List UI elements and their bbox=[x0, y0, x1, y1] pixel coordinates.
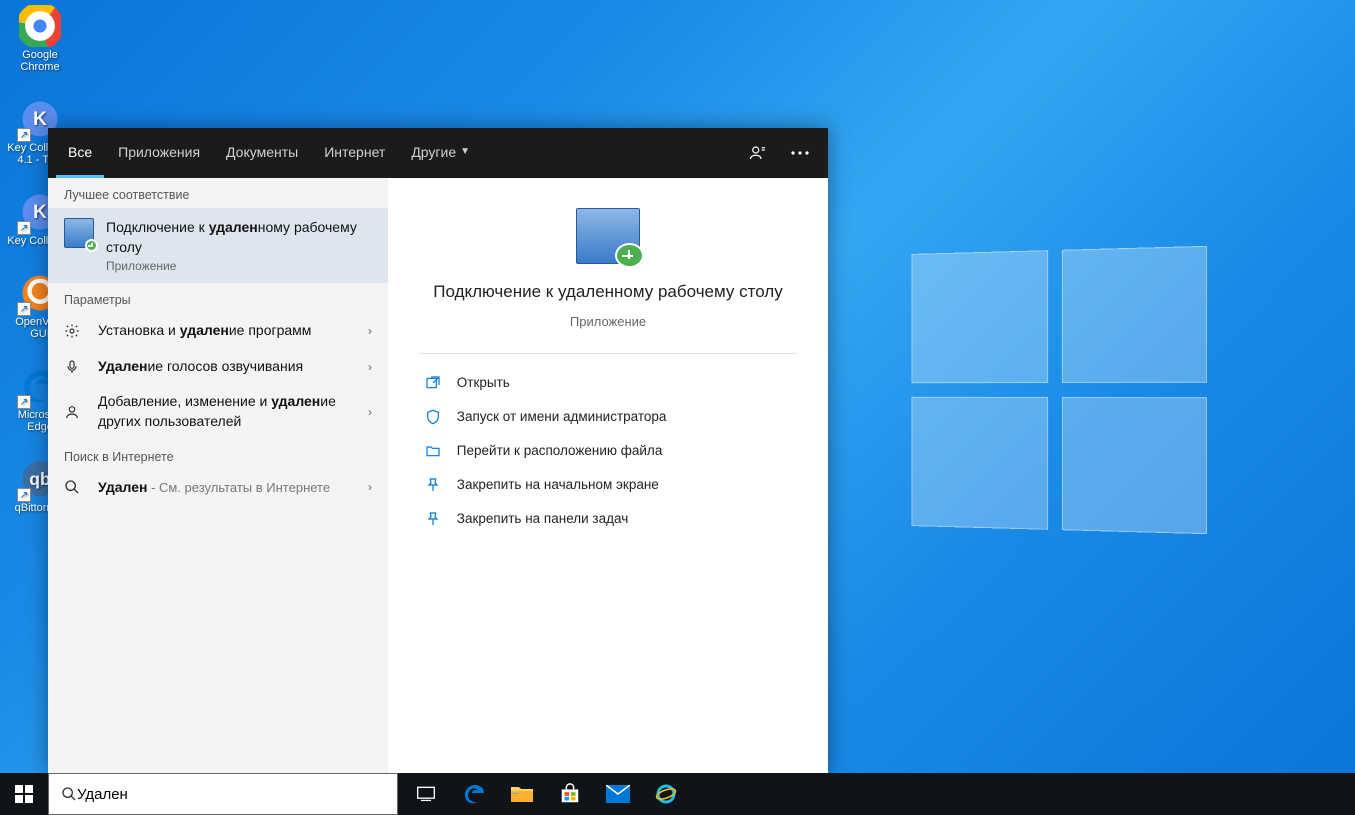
settings-item-voices[interactable]: Удаление голосов озвучивания › bbox=[48, 349, 388, 385]
taskbar-search-box[interactable] bbox=[48, 773, 398, 815]
action-label: Перейти к расположению файла bbox=[457, 443, 663, 458]
svg-text:K: K bbox=[33, 109, 47, 130]
pin-icon bbox=[425, 477, 443, 493]
search-icon bbox=[64, 479, 82, 495]
search-panel-header: Все Приложения Документы Интернет Другие… bbox=[48, 128, 828, 178]
web-search-item[interactable]: Удален - См. результаты в Интернете › bbox=[48, 470, 388, 506]
windows-logo-wallpaper bbox=[911, 246, 1207, 534]
file-explorer-icon[interactable] bbox=[498, 773, 546, 815]
tab-all[interactable]: Все bbox=[56, 128, 104, 178]
windows-icon bbox=[15, 785, 33, 803]
shortcut-arrow-icon: ↗ bbox=[17, 221, 31, 235]
section-web: Поиск в Интернете bbox=[48, 440, 388, 470]
rdc-icon bbox=[64, 218, 94, 248]
mail-icon[interactable] bbox=[594, 773, 642, 815]
gear-icon bbox=[64, 323, 82, 339]
tab-apps[interactable]: Приложения bbox=[106, 128, 212, 178]
desktop: Google Chrome K ↗ Key Collector 4.1 - Te… bbox=[0, 0, 1355, 815]
search-input[interactable] bbox=[77, 786, 385, 803]
chevron-right-icon: › bbox=[368, 360, 372, 374]
section-best-match: Лучшее соответствие bbox=[48, 178, 388, 208]
preview-title: Подключение к удаленному рабочему столу bbox=[393, 280, 822, 304]
store-icon[interactable] bbox=[546, 773, 594, 815]
best-match-title: Подключение к удаленному рабочему столу bbox=[106, 218, 372, 257]
divider bbox=[419, 353, 797, 354]
user-icon bbox=[64, 404, 82, 420]
best-match-subtitle: Приложение bbox=[106, 259, 372, 273]
desktop-icon-chrome[interactable]: Google Chrome bbox=[5, 5, 75, 73]
shortcut-arrow-icon: ↗ bbox=[17, 488, 31, 502]
task-view-button[interactable] bbox=[402, 773, 450, 815]
settings-item-programs[interactable]: Установка и удаление программ › bbox=[48, 313, 388, 349]
chevron-right-icon: › bbox=[368, 405, 372, 419]
chevron-down-icon: ▼ bbox=[460, 146, 470, 157]
action-label: Закрепить на панели задач bbox=[457, 511, 628, 526]
svg-text:K: K bbox=[33, 202, 47, 223]
action-open[interactable]: Открыть bbox=[419, 366, 797, 400]
chevron-right-icon: › bbox=[368, 480, 372, 494]
edge-taskbar-icon[interactable] bbox=[450, 773, 498, 815]
feedback-icon[interactable] bbox=[738, 128, 778, 178]
action-pin-taskbar[interactable]: Закрепить на панели задач bbox=[419, 502, 797, 536]
tab-more[interactable]: Другие▼ bbox=[399, 128, 482, 178]
shield-icon bbox=[425, 409, 443, 425]
preview-subtitle: Приложение bbox=[570, 314, 646, 329]
action-label: Запуск от имени администратора bbox=[457, 409, 667, 424]
search-results-list: Лучшее соответствие Подключение к удален… bbox=[48, 178, 388, 773]
start-button[interactable] bbox=[0, 773, 48, 815]
desktop-icon-label: Google Chrome bbox=[20, 49, 59, 73]
taskbar bbox=[0, 773, 1355, 815]
mic-icon bbox=[64, 359, 82, 375]
section-settings: Параметры bbox=[48, 283, 388, 313]
chevron-right-icon: › bbox=[368, 324, 372, 338]
action-pin-start[interactable]: Закрепить на начальном экране bbox=[419, 468, 797, 502]
search-panel: Все Приложения Документы Интернет Другие… bbox=[48, 128, 828, 773]
tab-documents[interactable]: Документы bbox=[214, 128, 310, 178]
search-preview-pane: Подключение к удаленному рабочему столу … bbox=[388, 178, 828, 773]
search-icon bbox=[61, 786, 77, 802]
action-file-location[interactable]: Перейти к расположению файла bbox=[419, 434, 797, 468]
options-icon[interactable] bbox=[780, 128, 820, 178]
action-run-as-admin[interactable]: Запуск от имени администратора bbox=[419, 400, 797, 434]
shortcut-arrow-icon: ↗ bbox=[17, 395, 31, 409]
rdc-preview-icon bbox=[576, 208, 640, 264]
best-match-item[interactable]: Подключение к удаленному рабочему столу … bbox=[48, 208, 388, 283]
action-label: Открыть bbox=[457, 375, 510, 390]
shortcut-arrow-icon: ↗ bbox=[17, 302, 31, 316]
shortcut-arrow-icon: ↗ bbox=[17, 128, 31, 142]
tab-internet[interactable]: Интернет bbox=[312, 128, 397, 178]
folder-icon bbox=[425, 443, 443, 459]
action-label: Закрепить на начальном экране bbox=[457, 477, 659, 492]
pin-icon bbox=[425, 511, 443, 527]
open-icon bbox=[425, 375, 443, 391]
ie-icon[interactable] bbox=[642, 773, 690, 815]
settings-item-users[interactable]: Добавление, изменение и удаление других … bbox=[48, 384, 388, 439]
